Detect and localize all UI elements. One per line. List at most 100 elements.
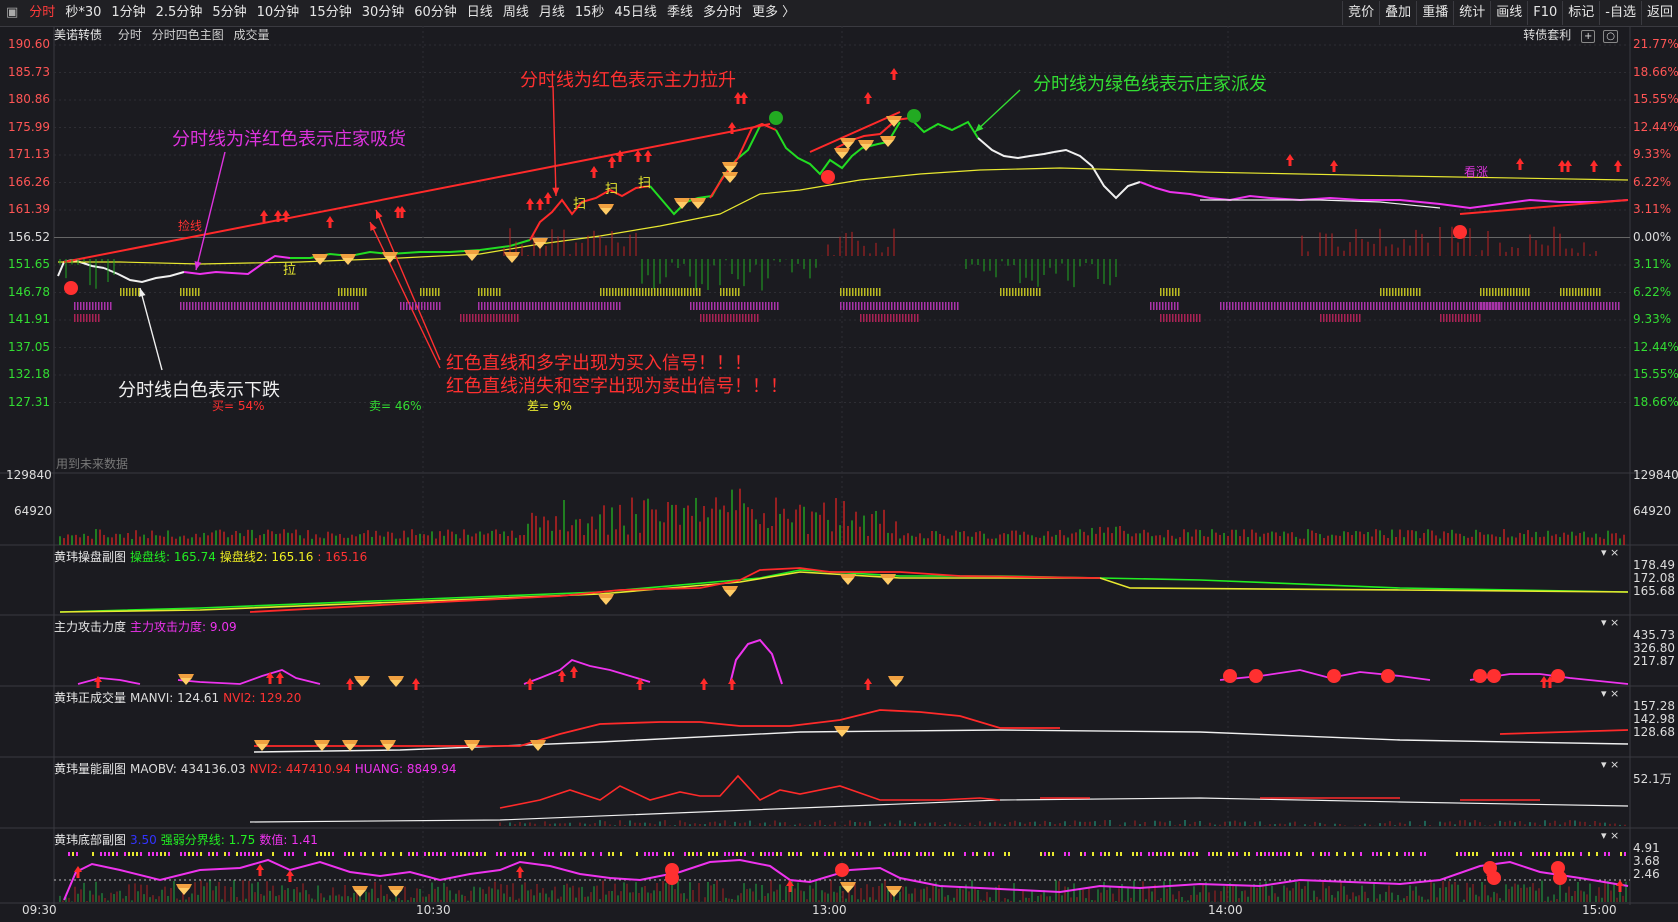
signal-dots-purple xyxy=(541,302,543,310)
signal-dots-purple xyxy=(1364,302,1366,310)
panel5-dot xyxy=(684,852,686,856)
signal-dots-yellow xyxy=(1166,288,1168,296)
signal-dots-red xyxy=(1166,314,1168,322)
subpanel-close-icon[interactable]: ▾ × xyxy=(1601,546,1619,559)
signal-dots-purple xyxy=(750,302,752,310)
panel5-dot xyxy=(620,852,622,856)
signal-up-arrow-icon xyxy=(740,92,748,104)
signal-diamond-icon xyxy=(388,886,404,890)
signal-dots-purple xyxy=(735,302,737,310)
signal-dots-purple xyxy=(1445,302,1447,310)
pct-axis-tick: 18.66% xyxy=(1633,394,1678,409)
signal-dots-purple xyxy=(1177,302,1179,310)
signal-dots-red xyxy=(1344,314,1346,322)
signal-dots-purple xyxy=(882,302,884,310)
subpanel-close-icon[interactable]: ▾ × xyxy=(1601,687,1619,700)
signal-dots-red xyxy=(1350,314,1352,322)
signal-dots-yellow xyxy=(1489,288,1491,296)
panel5-dot xyxy=(124,852,126,856)
signal-dots-purple xyxy=(1433,302,1435,310)
signal-dots-red xyxy=(917,314,919,322)
signal-dots-yellow xyxy=(1386,288,1388,296)
panel5-dot xyxy=(984,852,986,856)
signal-dots-purple xyxy=(571,302,573,310)
signal-dots-red xyxy=(1461,314,1463,322)
signal-dots-purple xyxy=(858,302,860,310)
signal-dots-yellow xyxy=(876,288,878,296)
signal-dots-purple xyxy=(1286,302,1288,310)
signal-dots-purple xyxy=(1522,302,1524,310)
signal-diamond-icon xyxy=(690,198,706,202)
subpanel-value: 主力攻击力度: 9.09 xyxy=(130,620,237,634)
panel5-dot xyxy=(896,852,898,856)
signal-diamond-icon xyxy=(834,726,850,730)
signal-dots-purple xyxy=(424,302,426,310)
signal-dots-purple xyxy=(607,302,609,310)
signal-dots-yellow xyxy=(723,288,725,296)
signal-diamond-icon xyxy=(600,598,612,605)
signal-dots-red xyxy=(83,314,85,322)
panel5-dot xyxy=(1044,852,1046,856)
signal-diamond-icon xyxy=(886,116,902,120)
signal-dots-purple xyxy=(942,302,944,310)
signal-dots-red xyxy=(469,314,471,322)
signal-diamond-icon xyxy=(880,136,896,140)
price-line-white xyxy=(103,267,185,284)
subpanel-close-icon[interactable]: ▾ × xyxy=(1601,758,1619,771)
signal-dots-purple xyxy=(1552,302,1554,310)
signal-dots-yellow xyxy=(1513,288,1515,296)
panel5-dot xyxy=(1544,852,1546,856)
panel5-dot xyxy=(740,852,742,856)
panel2-line xyxy=(729,638,783,685)
subpanel-close-icon[interactable]: ▾ × xyxy=(1601,829,1619,842)
pct-axis-tick: 6.22% xyxy=(1633,174,1672,189)
panel5-dot xyxy=(464,852,466,856)
signal-diamond-icon xyxy=(504,252,520,256)
signal-diamond-icon xyxy=(888,890,900,897)
signal-dots-purple xyxy=(1370,302,1372,310)
subpanel-close-icon[interactable]: ▾ × xyxy=(1601,616,1619,629)
duo-badge-icon xyxy=(1487,669,1501,683)
panel5-dot xyxy=(1084,852,1086,856)
signal-dots-purple xyxy=(708,302,710,310)
signal-dots-purple xyxy=(912,302,914,310)
panel5-dot xyxy=(1228,852,1230,856)
signal-dots-purple xyxy=(264,302,266,310)
panel3-line-red xyxy=(254,709,1060,747)
duo-badge-icon xyxy=(835,863,849,877)
signal-up-arrow-icon xyxy=(412,678,420,690)
signal-dots-purple xyxy=(499,302,501,310)
signal-dots-purple xyxy=(1451,302,1453,310)
signal-dots-red xyxy=(899,314,901,322)
signal-diamond-icon xyxy=(722,586,738,590)
panel2-line xyxy=(523,658,651,685)
signal-dots-yellow xyxy=(1395,288,1397,296)
subpanel-value: HUANG: 8849.94 xyxy=(354,762,457,776)
signal-dots-purple xyxy=(574,302,576,310)
signal-dots-yellow xyxy=(1575,288,1577,296)
signal-dots-purple xyxy=(1618,302,1620,310)
panel5-dot xyxy=(1148,852,1150,856)
marker-jianxian: 捡线 xyxy=(178,219,203,233)
signal-dots-yellow xyxy=(738,288,740,296)
signal-up-arrow-icon xyxy=(260,210,268,222)
signal-dots-red xyxy=(490,314,492,322)
signal-dots-purple xyxy=(526,302,528,310)
signal-dots-yellow xyxy=(687,288,689,296)
signal-dots-red xyxy=(508,314,510,322)
panel5-dot xyxy=(516,852,518,856)
panel5-dot xyxy=(860,852,862,856)
duo-badge-icon xyxy=(821,170,835,184)
panel5-dot xyxy=(256,852,258,856)
signal-dots-yellow xyxy=(873,288,875,296)
signal-dots-purple xyxy=(1301,302,1303,310)
signal-dots-yellow xyxy=(195,288,197,296)
signal-dots-yellow xyxy=(135,288,137,296)
signal-up-arrow-icon xyxy=(1330,160,1338,172)
panel5-dot xyxy=(1320,852,1322,856)
subpanel-axis-tick: 128.68 xyxy=(1633,725,1675,739)
signal-diamond-icon xyxy=(340,254,356,258)
signal-dots-red xyxy=(1452,314,1454,322)
signal-dots-yellow xyxy=(1006,288,1008,296)
signal-dots-yellow xyxy=(484,288,486,296)
